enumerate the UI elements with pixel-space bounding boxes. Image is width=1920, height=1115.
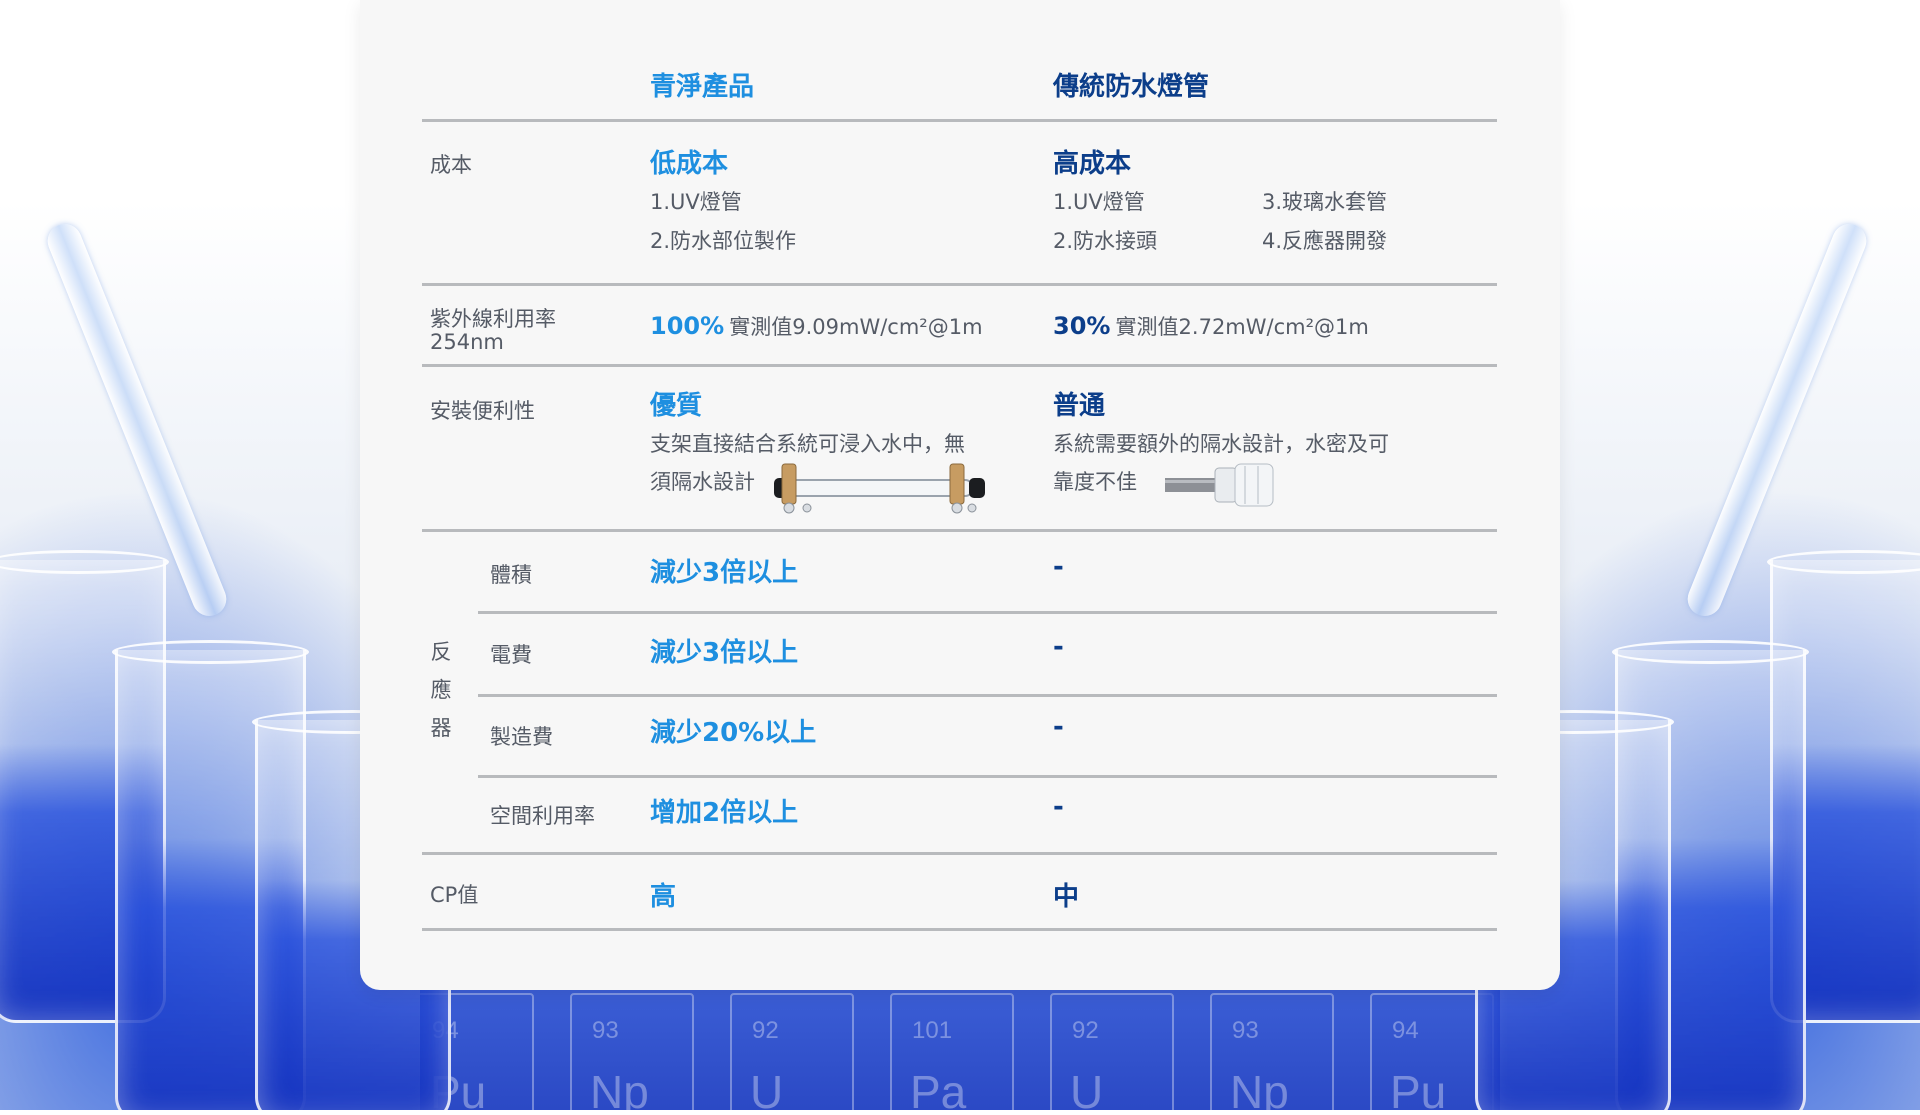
table-bottom-divider: [422, 928, 1497, 931]
reactor-item-label: 製造費: [490, 725, 553, 749]
cost-traditional-item: 4.反應器開發: [1262, 229, 1388, 253]
uv-lamp-bracket-image: [774, 463, 985, 514]
reactor-item-product: 減少20%以上: [650, 718, 817, 748]
install-product-desc: 須隔水設計: [650, 470, 755, 494]
cost-traditional-item: 1.UV燈管: [1053, 190, 1145, 214]
install-traditional-desc: 系統需要額外的隔水設計，水密及可: [1053, 432, 1389, 456]
row-label-uv: 紫外線利用率: [430, 307, 556, 331]
row-divider: [422, 283, 1497, 286]
header-divider: [422, 119, 1497, 122]
row-label-cost: 成本: [430, 153, 472, 177]
row-divider: [422, 852, 1497, 855]
install-traditional-desc: 靠度不佳: [1053, 470, 1137, 494]
reactor-item-product: 減少3倍以上: [650, 638, 799, 668]
cost-product-item: 2.防水部位製作: [650, 229, 797, 253]
waterproof-lamp-connector-image: [1165, 463, 1274, 507]
install-product-title: 優質: [650, 391, 703, 421]
periodic-cell: 93 Np: [1210, 993, 1334, 1115]
reactor-item-traditional: -: [1053, 792, 1064, 822]
install-product-desc: 支架直接結合系統可浸入水中，無: [650, 432, 965, 456]
cost-traditional-title: 高成本: [1053, 149, 1132, 179]
periodic-cell: 101 Pa: [890, 993, 1014, 1115]
uv-traditional-percent: 30%: [1053, 312, 1111, 340]
column-header-product: 青淨產品: [650, 72, 755, 102]
uv-traditional-value: 30% 實測值2.72mW/cm²@1m: [1053, 311, 1369, 341]
row-divider: [478, 775, 1497, 778]
reactor-item-label: 體積: [490, 563, 532, 587]
cost-product-title: 低成本: [650, 149, 729, 179]
install-traditional-title: 普通: [1053, 391, 1106, 421]
bottom-strip: [0, 1110, 1920, 1115]
comparison-card: 青淨產品 傳統防水燈管 成本 低成本 1.UV燈管 2.防水部位製作 高成本 1…: [360, 0, 1560, 990]
cost-traditional-item: 2.防水接頭: [1053, 229, 1158, 253]
reactor-item-traditional: -: [1053, 552, 1064, 582]
periodic-cell: 92 U: [1050, 993, 1174, 1115]
reactor-item-traditional: -: [1053, 712, 1064, 742]
uv-product-percent: 100%: [650, 312, 725, 340]
row-divider: [478, 694, 1497, 697]
uv-traditional-measure: 實測值2.72mW/cm²@1m: [1115, 315, 1369, 339]
uv-product-value: 100% 實測值9.09mW/cm²@1m: [650, 311, 983, 341]
uv-product-measure: 實測值9.09mW/cm²@1m: [729, 315, 983, 339]
cost-traditional-item: 3.玻璃水套管: [1262, 190, 1388, 214]
reactor-item-product: 增加2倍以上: [650, 798, 799, 828]
row-group-label-reactor: 反應器: [430, 640, 452, 740]
cost-product-item: 1.UV燈管: [650, 190, 742, 214]
cp-traditional-value: 中: [1053, 882, 1080, 912]
reactor-item-traditional: -: [1053, 632, 1064, 662]
row-divider: [422, 364, 1497, 367]
row-divider: [478, 611, 1497, 614]
reactor-item-product: 減少3倍以上: [650, 558, 799, 588]
reactor-item-label: 電費: [490, 643, 532, 667]
periodic-cell: 92 U: [730, 993, 854, 1115]
periodic-cell: 93 Np: [570, 993, 694, 1115]
row-label-cp: CP值: [430, 883, 479, 907]
periodic-table-backdrop: 94Pu 93Np 92U 101Pa 92U 93Np 94Pu: [420, 985, 1500, 1115]
reactor-item-label: 空間利用率: [490, 804, 595, 828]
column-header-traditional: 傳統防水燈管: [1053, 72, 1210, 102]
cp-product-value: 高: [650, 882, 677, 912]
row-label-uv-wavelength: 254nm: [430, 330, 504, 354]
row-divider: [422, 529, 1497, 532]
row-label-install: 安裝便利性: [430, 399, 535, 423]
